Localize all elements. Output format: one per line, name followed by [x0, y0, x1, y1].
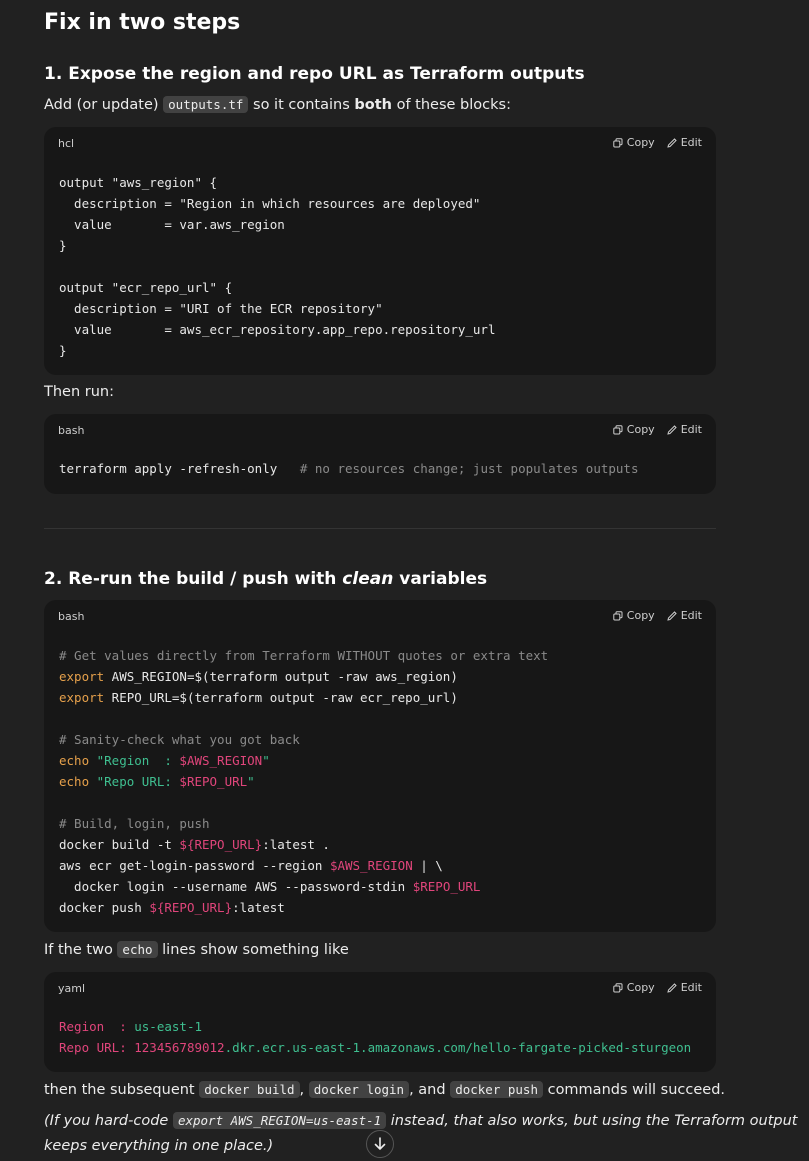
code-block-yaml: yaml Copy Edit Region : us-east-1 Repo U…: [44, 972, 716, 1072]
success-text: then the subsequent docker build, docker…: [44, 1081, 726, 1098]
code-language-label: hcl: [58, 137, 75, 150]
code-block-hcl: hcl Copy Edit output "aws_region" { desc…: [44, 127, 716, 375]
scroll-to-bottom-button[interactable]: [366, 1130, 394, 1158]
copy-icon: [613, 610, 623, 620]
note-line-1: (If you hard-code export AWS_REGION=us-e…: [44, 1112, 798, 1129]
inline-code-export: export AWS_REGION=us-east-1: [172, 1112, 387, 1129]
pencil-icon: [667, 424, 677, 435]
code-language-label: yaml: [58, 982, 86, 995]
edit-button[interactable]: Edit: [667, 136, 702, 149]
code-content: output "aws_region" { description = "Reg…: [59, 175, 496, 358]
code-language-label: bash: [58, 424, 85, 437]
edit-button[interactable]: Edit: [667, 423, 702, 436]
inline-code-docker-login: docker login: [308, 1081, 410, 1098]
arrow-down-icon: [374, 1137, 386, 1150]
code-content: # Get values directly from Terraform WIT…: [59, 648, 549, 915]
note-line-2: keeps everything in one place.): [44, 1138, 274, 1154]
echo-intro-text: If the two echo lines show something lik…: [44, 941, 349, 958]
copy-button[interactable]: Copy: [613, 609, 655, 622]
inline-code-echo: echo: [117, 941, 158, 958]
code-language-label: bash: [58, 610, 85, 623]
copy-button[interactable]: Copy: [613, 423, 655, 436]
page-title: Fix in two steps: [44, 10, 241, 35]
inline-code-outputs-tf: outputs.tf: [163, 96, 249, 113]
edit-button[interactable]: Edit: [667, 609, 702, 622]
code-block-bash-apply: bash Copy Edit terraform apply -refresh-…: [44, 414, 716, 494]
code-content: terraform apply -refresh-only # no resou…: [59, 461, 639, 476]
copy-icon: [613, 424, 623, 434]
copy-icon: [613, 982, 623, 992]
copy-button[interactable]: Copy: [613, 136, 655, 149]
edit-button[interactable]: Edit: [667, 981, 702, 994]
code-block-bash-build: bash Copy Edit # Get values directly fro…: [44, 600, 716, 932]
step1-intro: Add (or update) outputs.tf so it contain…: [44, 96, 511, 113]
code-content: Region : us-east-1 Repo URL: 12345678901…: [59, 1019, 692, 1055]
copy-icon: [613, 137, 623, 147]
step1-heading: 1. Expose the region and repo URL as Ter…: [44, 64, 585, 84]
then-run-text: Then run:: [44, 384, 114, 400]
inline-code-docker-push: docker push: [450, 1081, 543, 1098]
inline-code-docker-build: docker build: [199, 1081, 300, 1098]
pencil-icon: [667, 982, 677, 993]
pencil-icon: [667, 610, 677, 621]
section-divider: [44, 528, 716, 529]
pencil-icon: [667, 137, 677, 148]
copy-button[interactable]: Copy: [613, 981, 655, 994]
step2-heading: 2. Re-run the build / push with clean va…: [44, 569, 488, 589]
